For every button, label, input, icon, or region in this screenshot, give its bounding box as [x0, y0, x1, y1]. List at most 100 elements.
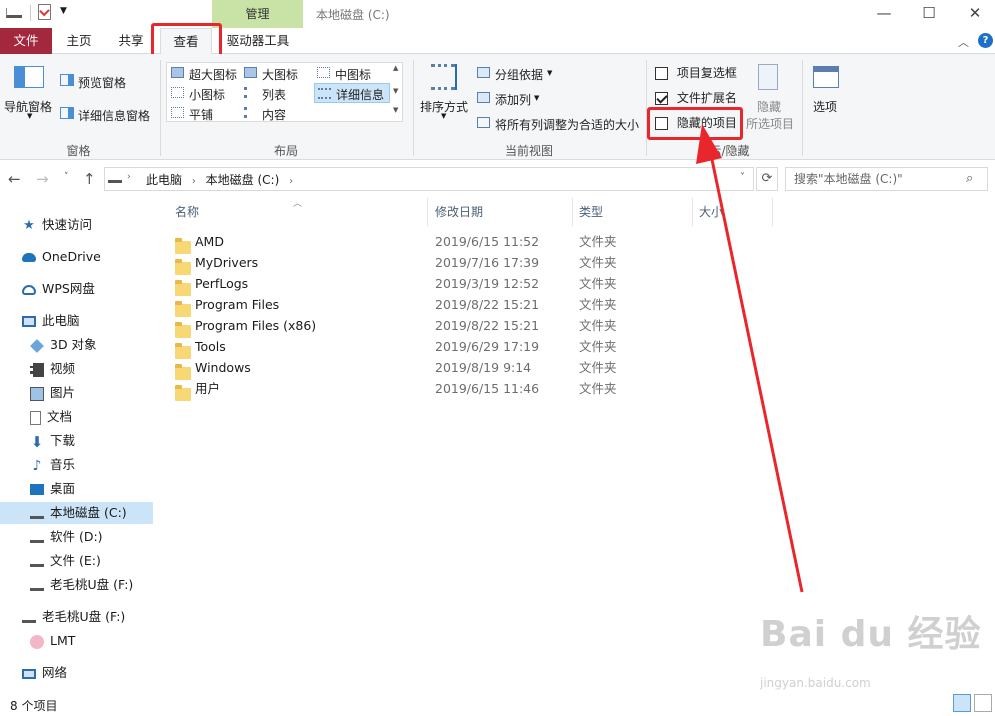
qat-dropdown-icon[interactable]: ▼	[60, 6, 67, 16]
tab-share[interactable]: 共享	[108, 28, 154, 54]
nav-item-videos[interactable]: 视频	[0, 358, 153, 380]
up-arrow-icon[interactable]: ↑	[83, 170, 96, 188]
tab-home[interactable]: 主页	[56, 28, 102, 54]
nav-pane-icon	[14, 66, 44, 88]
item-checkboxes-checkbox[interactable]	[655, 67, 668, 80]
details-pane-button[interactable]: 详细信息窗格	[58, 105, 158, 123]
group-by-button[interactable]: 分组依据 ▼	[475, 64, 565, 82]
file-type: 文件夹	[579, 297, 617, 312]
layout-expand-icon[interactable]: ▼	[393, 106, 398, 114]
group-label-current-view: 当前视图	[504, 144, 553, 158]
file-extensions-label: 文件扩展名	[676, 91, 737, 105]
layout-option-small-icons[interactable]: 小图标	[169, 84, 239, 102]
file-name: PerfLogs	[195, 276, 249, 291]
layout-scroll-down-icon[interactable]: ▼	[393, 87, 398, 95]
nav-item-local-disk-c[interactable]: 本地磁盘 (C:)	[0, 502, 153, 524]
nav-pane-button[interactable]: 导航窗格 ▼	[4, 62, 56, 122]
properties-icon[interactable]	[38, 4, 51, 20]
details-view-icon[interactable]	[953, 694, 971, 712]
file-type: 文件夹	[579, 339, 617, 354]
file-row[interactable]: Program Files (x86) 2019/8/22 15:21 文件夹	[165, 315, 695, 338]
picture-icon	[30, 386, 44, 401]
details-icon	[318, 88, 331, 99]
maximize-button[interactable]: ☐	[907, 2, 951, 26]
layout-option-extra-large-icons[interactable]: 超大图标	[169, 64, 239, 82]
column-divider[interactable]	[427, 198, 428, 226]
nav-item-this-pc[interactable]: 此电脑	[0, 310, 153, 332]
breadcrumb-separator-icon: ›	[191, 176, 196, 187]
file-row[interactable]: Windows 2019/8/19 9:14 文件夹	[165, 357, 695, 380]
drive-icon[interactable]	[6, 8, 22, 18]
search-icon[interactable]: ⌕	[966, 171, 973, 186]
help-icon[interactable]: ?	[978, 33, 993, 48]
nav-item-label: 下载	[50, 433, 76, 448]
preview-pane-button[interactable]: 预览窗格	[58, 72, 148, 90]
tab-drive-tools[interactable]: 驱动器工具	[218, 28, 298, 54]
nav-item-3d-objects[interactable]: 3D 对象	[0, 334, 153, 356]
nav-item-onedrive[interactable]: OneDrive	[0, 246, 153, 268]
nav-item-usb-f[interactable]: 老毛桃U盘 (F:)	[0, 574, 153, 596]
annotation-arrow-line	[708, 149, 804, 593]
nav-item-quick-access[interactable]: ★ 快速访问	[0, 214, 153, 236]
fit-columns-label: 将所有列调整为合适的大小	[495, 118, 640, 132]
nav-item-desktop[interactable]: 桌面	[0, 478, 153, 500]
nav-item-downloads[interactable]: ⬇ 下载	[0, 430, 153, 452]
nav-item-label: 老毛桃U盘 (F:)	[42, 609, 126, 624]
layout-scroll-up-icon[interactable]: ▲	[393, 64, 398, 72]
drive-icon	[108, 173, 122, 183]
file-row[interactable]: Tools 2019/6/29 17:19 文件夹	[165, 336, 695, 359]
nav-item-music[interactable]: ♪ 音乐	[0, 454, 153, 476]
layout-option-tiles[interactable]: 平铺	[169, 104, 239, 122]
preview-pane-label: 预览窗格	[78, 76, 127, 90]
chevron-up-icon[interactable]: ︿	[958, 34, 969, 50]
nav-item-wps-drive[interactable]: WPS网盘	[0, 278, 153, 300]
nav-item-network[interactable]: 网络	[0, 662, 153, 684]
file-name: AMD	[195, 234, 224, 249]
layout-option-label: 列表	[262, 88, 287, 102]
manage-context-tab[interactable]: 管理	[212, 0, 303, 28]
layout-option-details[interactable]: 详细信息	[314, 83, 390, 103]
layout-option-content[interactable]: 内容	[242, 104, 312, 122]
column-header-type[interactable]: 类型	[579, 202, 689, 222]
sort-arrow-icon	[455, 64, 457, 90]
file-row[interactable]: MyDrivers 2019/7/16 17:39 文件夹	[165, 252, 695, 275]
layout-option-medium-icons[interactable]: 中图标	[315, 64, 390, 82]
column-header-date[interactable]: 修改日期	[435, 202, 570, 222]
drive-icon	[30, 557, 44, 567]
back-arrow-icon[interactable]: ←	[8, 170, 21, 188]
breadcrumb-item[interactable]: 此电脑	[146, 173, 182, 187]
desktop-icon	[30, 484, 44, 495]
breadcrumb-item[interactable]: 本地磁盘 (C:)	[206, 173, 280, 187]
fit-columns-button[interactable]: 将所有列调整为合适的大小	[475, 114, 643, 132]
nav-item-usb-f-root[interactable]: 老毛桃U盘 (F:)	[0, 606, 153, 628]
nav-item-documents[interactable]: 文档	[0, 406, 153, 428]
file-row[interactable]: PerfLogs 2019/3/19 12:52 文件夹	[165, 273, 695, 296]
video-icon	[30, 362, 44, 377]
nav-item-lmt[interactable]: LMT	[0, 630, 153, 652]
nav-item-pictures[interactable]: 图片	[0, 382, 153, 404]
nav-item-label: 桌面	[50, 481, 76, 496]
layout-option-list[interactable]: 列表	[242, 84, 312, 102]
network-icon	[22, 668, 36, 679]
recent-locations-icon[interactable]: ˅	[64, 172, 69, 182]
file-extensions-toggle[interactable]: 文件扩展名	[655, 89, 745, 107]
forward-arrow-icon[interactable]: →	[36, 170, 49, 188]
file-row[interactable]: Program Files 2019/8/22 15:21 文件夹	[165, 294, 695, 317]
tab-file[interactable]: 文件	[0, 28, 52, 54]
options-button[interactable]: 选项	[807, 62, 847, 122]
nav-item-label: 本地磁盘 (C:)	[50, 505, 127, 520]
item-checkboxes-toggle[interactable]: 项目复选框	[655, 64, 745, 82]
sort-by-button[interactable]: 排序方式 ▼	[417, 62, 471, 122]
nav-item-files-e[interactable]: 文件 (E:)	[0, 550, 153, 572]
close-button[interactable]: ✕	[953, 2, 995, 26]
add-columns-button[interactable]: 添加列 ▼	[475, 89, 555, 107]
minimize-button[interactable]: —	[862, 2, 906, 26]
layout-option-large-icons[interactable]: 大图标	[242, 64, 312, 82]
file-row[interactable]: AMD 2019/6/15 11:52 文件夹	[165, 231, 695, 254]
file-row[interactable]: 用户 2019/6/15 11:46 文件夹	[165, 378, 695, 401]
column-divider[interactable]	[572, 198, 573, 226]
large-icons-view-icon[interactable]	[974, 694, 992, 712]
file-extensions-checkbox[interactable]	[655, 92, 668, 105]
column-header-name[interactable]: 名称	[175, 202, 425, 222]
nav-item-software-d[interactable]: 软件 (D:)	[0, 526, 153, 548]
